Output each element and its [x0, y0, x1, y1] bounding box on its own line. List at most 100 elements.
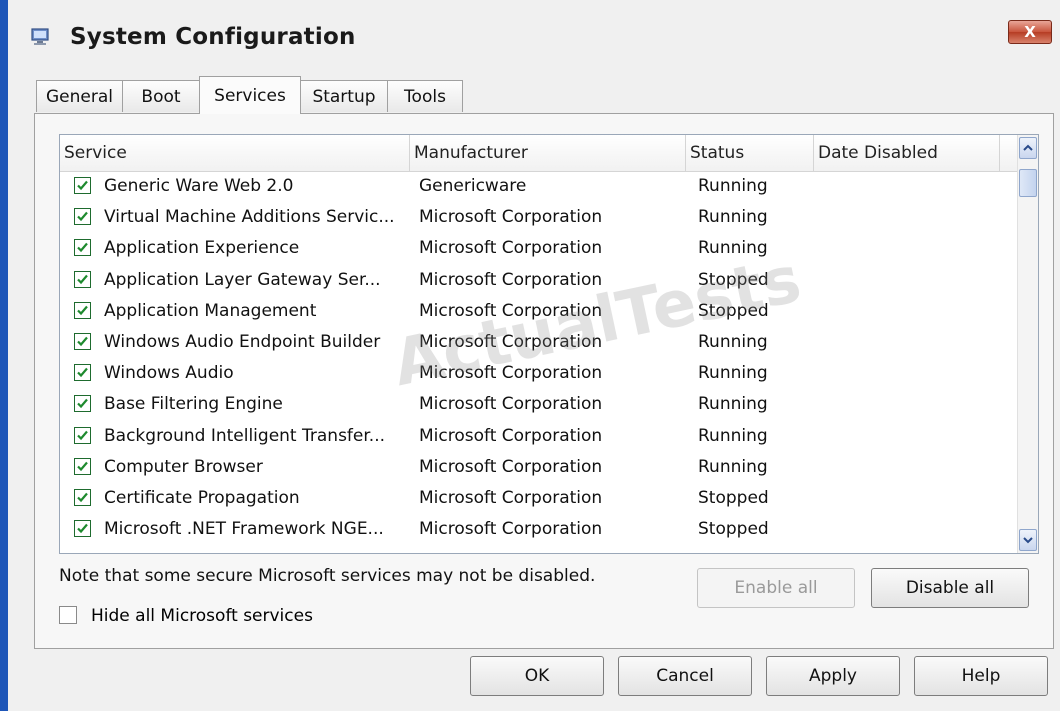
chevron-up-icon [1023, 144, 1033, 151]
table-row[interactable]: Microsoft .NET Framework NGE... Microsoft… [60, 516, 1018, 547]
table-row[interactable]: Windows Audio Endpoint Builder Microsoft … [60, 329, 1018, 360]
service-checkbox[interactable] [74, 177, 91, 194]
hide-microsoft-label: Hide all Microsoft services [91, 606, 313, 626]
service-status: Stopped [698, 519, 769, 540]
service-status: Running [698, 207, 768, 228]
scroll-thumb[interactable] [1019, 169, 1037, 197]
column-status[interactable]: Status [686, 135, 814, 171]
service-manufacturer: Genericware [419, 176, 527, 196]
service-checkbox[interactable] [74, 520, 91, 538]
chevron-down-icon [1023, 537, 1033, 544]
checkmark-icon [77, 399, 88, 409]
tab-boot[interactable]: Boot [122, 80, 200, 112]
service-name: Windows Audio [104, 363, 234, 384]
service-checkbox[interactable] [74, 395, 91, 413]
title-bar: System Configuration X [8, 0, 1060, 72]
table-row[interactable]: Base Filtering Engine Microsoft Corporati… [60, 391, 1018, 422]
scroll-down-button[interactable] [1019, 529, 1037, 551]
checkmark-icon [77, 180, 88, 191]
service-name: Generic Ware Web 2.0 [104, 176, 294, 196]
table-row[interactable]: Application Management Microsoft Corporat… [60, 298, 1018, 329]
tab-services[interactable]: Services [199, 76, 301, 114]
list-rows: Generic Ware Web 2.0 Genericware Running Vi… [60, 173, 1018, 547]
service-name: Application Layer Gateway Ser... [104, 269, 381, 290]
service-checkbox[interactable] [74, 301, 91, 319]
checkmark-icon [77, 367, 88, 378]
service-checkbox[interactable] [74, 239, 91, 257]
tab-startup[interactable]: Startup [300, 80, 388, 112]
scroll-up-button[interactable] [1019, 137, 1037, 159]
service-name: Certificate Propagation [104, 487, 300, 508]
checkmark-icon [77, 430, 88, 440]
services-list[interactable]: Service Manufacturer Status Date Disable… [59, 134, 1039, 554]
service-status: Running [698, 394, 768, 415]
service-manufacturer: Microsoft Corporation [419, 425, 603, 446]
service-checkbox[interactable] [74, 332, 91, 350]
service-manufacturer: Microsoft Corporation [419, 269, 603, 290]
checkmark-icon [77, 274, 88, 284]
service-name: Windows Audio Endpoint Builder [104, 331, 381, 352]
service-checkbox[interactable] [74, 364, 91, 382]
checkmark-icon [77, 243, 88, 253]
service-status: Stopped [698, 487, 769, 508]
service-manufacturer: Microsoft Corporation [419, 363, 603, 384]
table-row[interactable]: Computer Browser Microsoft Corporation Run… [60, 454, 1018, 485]
checkmark-icon [77, 211, 88, 222]
enable-all-button[interactable]: Enable all [697, 568, 855, 608]
table-row[interactable]: Virtual Machine Additions Servic... Micro… [60, 204, 1018, 235]
ok-button[interactable]: OK [470, 656, 604, 696]
service-status: Running [698, 331, 768, 352]
help-button[interactable]: Help [914, 656, 1048, 696]
service-status: Running [698, 238, 768, 259]
cancel-button[interactable]: Cancel [618, 656, 752, 696]
service-manufacturer: Microsoft Corporation [419, 331, 603, 352]
service-checkbox[interactable] [74, 426, 91, 444]
service-status: Running [698, 363, 768, 384]
checkmark-icon [77, 461, 88, 471]
column-date-disabled[interactable]: Date Disabled [814, 135, 1000, 171]
hide-microsoft-checkbox[interactable] [59, 606, 77, 624]
service-name: Computer Browser [104, 456, 263, 477]
checkmark-icon [77, 305, 88, 315]
tab-tools[interactable]: Tools [387, 80, 463, 112]
service-manufacturer: Microsoft Corporation [419, 300, 603, 321]
service-manufacturer: Microsoft Corporation [419, 207, 603, 228]
table-row[interactable]: Generic Ware Web 2.0 Genericware Running [60, 173, 1018, 204]
close-icon: X [1024, 23, 1036, 41]
service-checkbox[interactable] [74, 270, 91, 288]
list-header: Service Manufacturer Status Date Disable… [60, 135, 1018, 172]
service-status: Running [698, 456, 768, 477]
table-row[interactable]: Windows Audio Microsoft Corporation Runnin… [60, 360, 1018, 391]
column-manufacturer[interactable]: Manufacturer [410, 135, 686, 171]
service-name: Microsoft .NET Framework NGE... [104, 519, 384, 540]
service-status: Running [698, 425, 768, 446]
disable-all-button[interactable]: Disable all [871, 568, 1029, 608]
table-row[interactable]: Background Intelligent Transfer... Micros… [60, 423, 1018, 454]
column-service[interactable]: Service [60, 135, 410, 171]
security-note: Note that some secure Microsoft services… [59, 566, 596, 586]
table-row[interactable]: Application Experience Microsoft Corporat… [60, 235, 1018, 266]
table-row[interactable]: Application Layer Gateway Ser... Microsof… [60, 267, 1018, 298]
service-checkbox[interactable] [74, 208, 91, 226]
system-configuration-window: System Configuration X General Boot Serv… [0, 0, 1060, 711]
vertical-scrollbar[interactable] [1017, 135, 1038, 553]
service-name: Virtual Machine Additions Servic... [104, 207, 395, 228]
service-manufacturer: Microsoft Corporation [419, 238, 603, 259]
checkmark-icon [77, 336, 88, 347]
service-manufacturer: Microsoft Corporation [419, 487, 603, 508]
service-checkbox[interactable] [74, 457, 91, 475]
service-manufacturer: Microsoft Corporation [419, 519, 603, 540]
window-title: System Configuration [70, 24, 356, 50]
monitor-config-icon [30, 26, 52, 48]
tab-general[interactable]: General [36, 80, 123, 112]
close-button[interactable]: X [1008, 20, 1052, 44]
service-status: Running [698, 176, 768, 196]
service-name: Application Experience [104, 238, 300, 259]
service-manufacturer: Microsoft Corporation [419, 394, 603, 415]
table-row[interactable]: Certificate Propagation Microsoft Corpora… [60, 485, 1018, 516]
service-manufacturer: Microsoft Corporation [419, 456, 603, 477]
checkmark-icon [77, 523, 88, 534]
apply-button[interactable]: Apply [766, 656, 900, 696]
service-checkbox[interactable] [74, 488, 91, 506]
service-status: Stopped [698, 269, 769, 290]
